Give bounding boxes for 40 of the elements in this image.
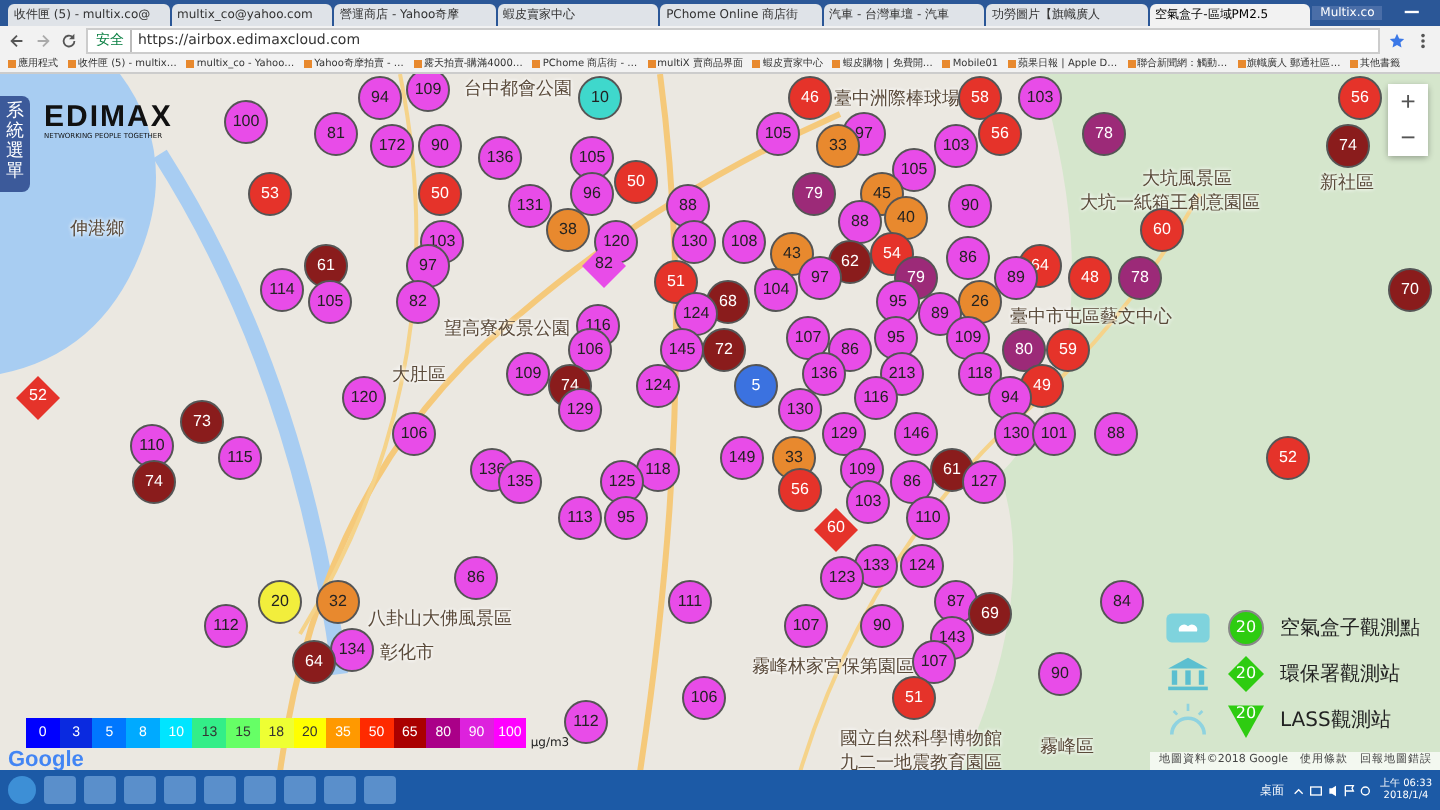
taskbar-app-icon[interactable] bbox=[244, 776, 276, 805]
reload-icon[interactable] bbox=[60, 31, 78, 50]
taskbar-app-icon[interactable] bbox=[164, 776, 196, 805]
sun-icon bbox=[1164, 701, 1212, 738]
start-button[interactable] bbox=[8, 776, 36, 805]
taskbar-app-icon[interactable] bbox=[324, 776, 356, 805]
map-place-label: 霧峰林家宮保第園區 bbox=[752, 655, 914, 680]
map-place-label: 新社區 bbox=[1320, 171, 1374, 196]
air-quality-marker[interactable]: 60 bbox=[1140, 207, 1184, 252]
zoom-out-button[interactable]: − bbox=[1388, 119, 1428, 156]
map-place-label: 伸港鄉 bbox=[70, 217, 124, 242]
forward-icon[interactable] bbox=[34, 31, 52, 50]
map-place-label: 霧峰區 bbox=[1040, 735, 1094, 760]
station-legend-label: LASS觀測站 bbox=[1280, 707, 1391, 734]
taskbar-app-icon[interactable] bbox=[284, 776, 316, 805]
taskbar-app-icon[interactable] bbox=[84, 776, 116, 805]
map-place-label: 八卦山大佛風景區 bbox=[368, 607, 512, 632]
taskbar-app-icon[interactable] bbox=[204, 776, 236, 805]
map-place-label: 九二一地震教育園區 bbox=[840, 750, 1002, 771]
taskbar-app-icon[interactable] bbox=[364, 776, 396, 805]
side-menu-tab[interactable]: 系統選單 bbox=[0, 95, 30, 191]
back-icon[interactable] bbox=[8, 31, 26, 50]
building-icon bbox=[1164, 655, 1212, 692]
map-place-label: 國立自然科學博物館 bbox=[840, 727, 1002, 752]
taskbar-app-icon[interactable] bbox=[124, 776, 156, 805]
google-logo: Google bbox=[8, 747, 84, 771]
map-place-label: 台中都會公園 bbox=[464, 77, 572, 102]
star-icon[interactable] bbox=[1388, 31, 1406, 50]
map-place-label: 臺中洲際棒球場 bbox=[834, 87, 960, 112]
map-place-label: 臺中市屯區藝文中心 bbox=[1010, 305, 1172, 330]
taskbar-app-icon[interactable] bbox=[44, 776, 76, 805]
system-tray-icon[interactable] bbox=[1292, 783, 1372, 798]
map-place-label: 大坑風景區 bbox=[1142, 167, 1232, 192]
map-place-label: 大肚區 bbox=[392, 363, 446, 388]
station-legend-label: 空氣盒子觀測點 bbox=[1280, 615, 1420, 642]
logo-wordmark: EDIMAX bbox=[44, 101, 173, 132]
station-legend-label: 環保署觀測站 bbox=[1280, 661, 1400, 688]
box-icon bbox=[1164, 609, 1212, 646]
map-place-label: 彰化市 bbox=[380, 641, 434, 666]
zoom-in-button[interactable]: + bbox=[1388, 83, 1428, 120]
